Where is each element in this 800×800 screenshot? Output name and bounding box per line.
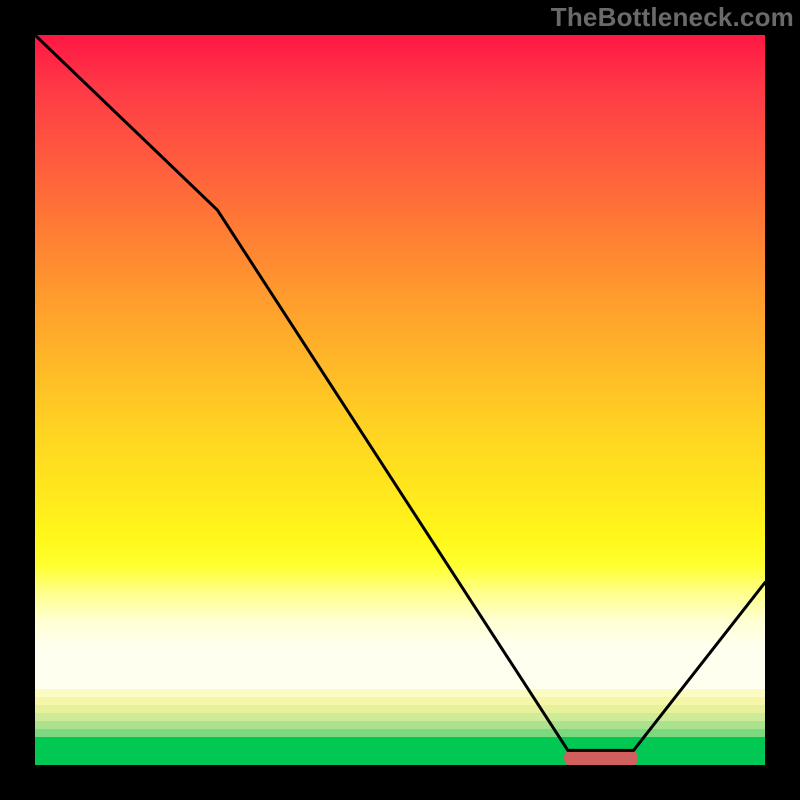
curve-path: [35, 35, 765, 750]
bottleneck-curve: [35, 35, 765, 765]
watermark-text: TheBottleneck.com: [551, 2, 794, 33]
plot-area: [35, 35, 765, 765]
chart-frame: TheBottleneck.com: [0, 0, 800, 800]
